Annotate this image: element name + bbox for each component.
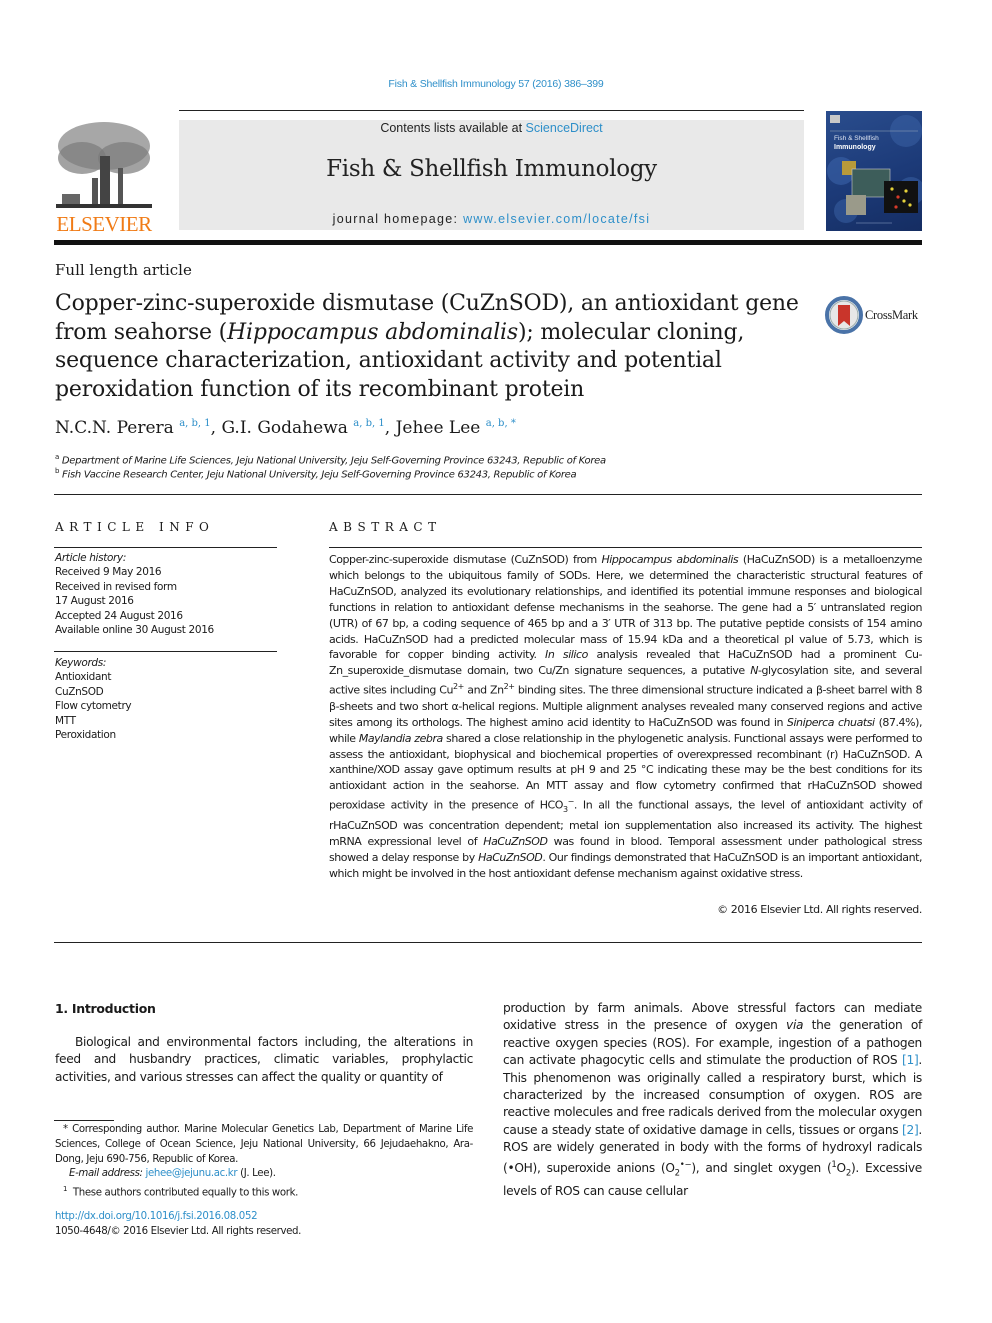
italic-run: In silico xyxy=(545,648,588,662)
article-type-label: Full length article xyxy=(55,261,192,279)
text-run: and Zn xyxy=(463,683,504,697)
keyword-item: CuZnSOD xyxy=(55,685,104,698)
keyword-item: Antioxidant xyxy=(55,671,112,684)
footnotes: * Corresponding author. Marine Molecular… xyxy=(55,1123,473,1201)
subscript: 3 xyxy=(563,805,568,815)
abstract-text: Copper-zinc-superoxide dismutase (CuZnSO… xyxy=(329,552,922,882)
article-history-label: Article history: xyxy=(55,552,127,564)
article-history: Article history: Received 9 May 2016 Rec… xyxy=(55,551,280,637)
abstract-copyright: © 2016 Elsevier Ltd. All rights reserved… xyxy=(717,903,922,916)
italic-run: Maylandia zebra xyxy=(358,731,443,745)
doi-link[interactable]: http://dx.doi.org/10.1016/j.fsi.2016.08.… xyxy=(55,1211,258,1222)
italic-run: Hippocampus abdominalis xyxy=(601,553,739,566)
journal-cover-art-icon: Fish & Shellfish Immunology xyxy=(827,115,922,224)
section-heading-introduction: 1. Introduction xyxy=(55,1001,156,1016)
reference-link[interactable]: [2] xyxy=(902,1123,919,1137)
subscript: 2 xyxy=(674,1168,680,1179)
contents-available-line: Contents lists available at ScienceDirec… xyxy=(179,121,804,135)
crossmark-label: CrossMark xyxy=(865,308,918,322)
italic-run: Siniperca chuatsi xyxy=(786,715,875,729)
author-affiliation-marks[interactable]: a, b, * xyxy=(486,418,516,429)
crossmark-icon xyxy=(825,296,863,334)
journal-homepage-link[interactable]: www.elsevier.com/locate/fsi xyxy=(463,212,650,226)
author-name[interactable]: N.C.N. Perera xyxy=(55,418,174,438)
text-run: ), and singlet oxygen ( xyxy=(691,1160,832,1175)
affiliation-mark: b xyxy=(55,467,60,475)
journal-homepage-line: journal homepage: www.elsevier.com/locat… xyxy=(179,212,804,226)
elsevier-wordmark: ELSEVIER xyxy=(56,212,152,236)
cover-title-line2: Immunology xyxy=(834,144,876,151)
author-affiliation-marks[interactable]: a, b, 1 xyxy=(179,418,210,429)
history-item: 17 August 2016 xyxy=(55,595,134,608)
text-run: Copper-zinc-superoxide dismutase (CuZnSO… xyxy=(329,553,602,566)
journal-citation-link[interactable]: Fish & Shellfish Immunology 57 (2016) 38… xyxy=(0,78,992,90)
history-item: Received in revised form xyxy=(55,580,177,593)
header-divider xyxy=(179,110,804,111)
italic-run: N xyxy=(750,664,758,678)
affiliation-text: Department of Marine Life Sciences, Jeju… xyxy=(61,455,606,467)
italic-run: via xyxy=(786,1018,804,1033)
keyword-item: MTT xyxy=(55,714,76,727)
journal-name: Fish & Shellfish Immunology xyxy=(326,156,657,182)
article-title: Copper-zinc-superoxide dismutase (CuZnSO… xyxy=(55,290,815,404)
footnote-divider xyxy=(54,1120,114,1121)
history-item: Available online 30 August 2016 xyxy=(55,624,214,637)
superscript: 2+ xyxy=(453,682,464,692)
equal-contribution-footnote: 1 These authors contributed equally to t… xyxy=(55,1182,473,1201)
issn-copyright-line: 1050-4648/© 2016 Elsevier Ltd. All right… xyxy=(55,1226,302,1237)
affiliation: a Department of Marine Life Sciences, Je… xyxy=(55,453,606,466)
equal-contribution-text: These authors contributed equally to thi… xyxy=(72,1187,299,1199)
homepage-prefix: journal homepage: xyxy=(332,212,464,226)
keyword-item: Flow cytometry xyxy=(55,700,132,713)
journal-header-box: Contents lists available at ScienceDirec… xyxy=(179,120,804,230)
italic-run: HaCuZnSOD xyxy=(483,834,548,848)
crossmark-button[interactable]: CrossMark xyxy=(825,296,925,336)
cover-title-line1: Fish & Shellfish xyxy=(834,135,879,142)
article-info-heading: ARTICLE INFO xyxy=(55,520,215,534)
reference-link[interactable]: [1] xyxy=(902,1053,919,1067)
abstract-divider xyxy=(329,547,922,548)
superscript: 2+ xyxy=(503,682,515,692)
author-list: N.C.N. Perera a, b, 1, G.I. Godahewa a, … xyxy=(55,418,516,438)
author-affiliation-marks[interactable]: a, b, 1 xyxy=(353,418,384,429)
italic-run: HaCuZnSOD xyxy=(478,850,543,864)
history-item: Received 9 May 2016 xyxy=(55,566,162,579)
keywords-divider xyxy=(54,651,277,652)
keywords: Keywords: Antioxidant CuZnSOD Flow cytom… xyxy=(55,656,280,742)
email-label: E-mail address: xyxy=(69,1168,146,1180)
sciencedirect-link[interactable]: ScienceDirect xyxy=(526,121,603,135)
affiliation: b Fish Vaccine Research Center, Jeju Nat… xyxy=(55,467,577,481)
text-run: O xyxy=(836,1160,847,1175)
affiliation-mark: a xyxy=(55,453,59,461)
author-name[interactable]: G.I. Godahewa xyxy=(221,418,347,438)
footnote-mark: 1 xyxy=(63,1185,68,1194)
author-name[interactable]: Jehee Lee xyxy=(396,418,481,438)
section-divider xyxy=(54,494,922,495)
superscript: •− xyxy=(679,1159,692,1170)
abstract-heading: ABSTRACT xyxy=(329,520,442,534)
header-thick-divider xyxy=(54,240,922,245)
body-paragraph-column2: production by farm animals. Above stress… xyxy=(503,1000,922,1200)
contents-prefix: Contents lists available at xyxy=(380,121,526,135)
keyword-item: Peroxidation xyxy=(55,729,116,742)
keywords-label: Keywords: xyxy=(55,657,107,669)
affiliation-text: Fish Vaccine Research Center, Jeju Natio… xyxy=(62,469,577,481)
title-species-name: Hippocampus abdominalis xyxy=(227,319,518,345)
email-footnote: E-mail address: jehee@jejunu.ac.kr (J. L… xyxy=(55,1167,473,1182)
email-link[interactable]: jehee@jejunu.ac.kr xyxy=(146,1168,238,1179)
body-paragraph: Biological and environmental factors inc… xyxy=(55,1035,473,1084)
email-suffix: (J. Lee). xyxy=(237,1168,276,1180)
corresponding-author-footnote: * Corresponding author. Marine Molecular… xyxy=(55,1124,473,1165)
history-item: Accepted 24 August 2016 xyxy=(55,609,183,622)
article-info-divider xyxy=(54,547,277,548)
abstract-bottom-divider xyxy=(54,942,922,943)
journal-cover-image[interactable]: Fish & Shellfish Immunology xyxy=(826,111,922,231)
